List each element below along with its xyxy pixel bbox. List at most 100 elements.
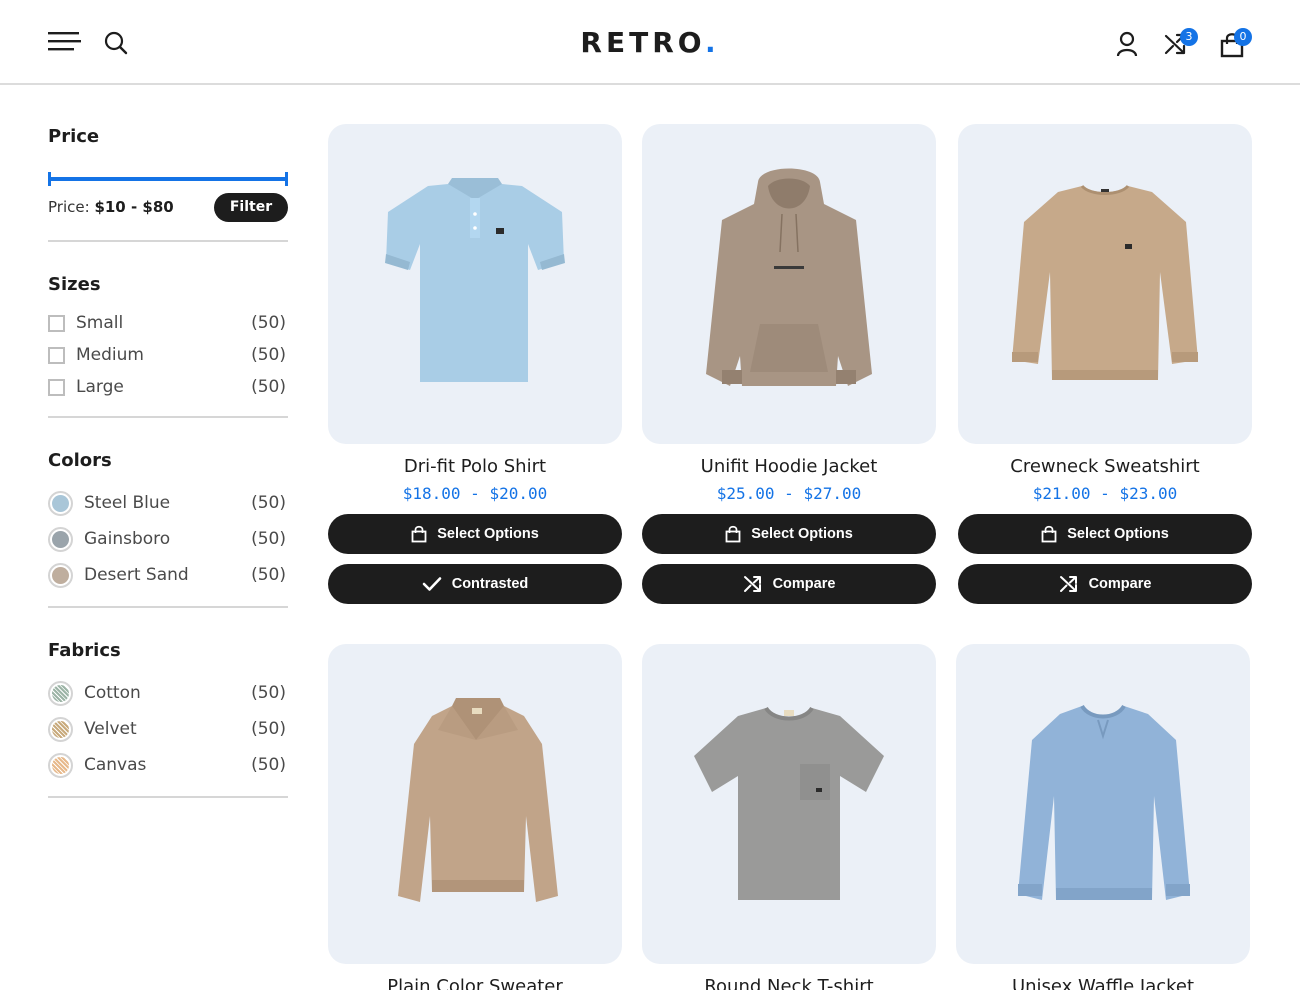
select-options-button[interactable]: Select Options <box>958 514 1252 554</box>
logo-dot: . <box>704 26 720 59</box>
product-price: $25.00 - $27.00 <box>716 484 862 503</box>
product-card: Unifit Hoodie Jacket $25.00 - $27.00 Sel… <box>642 124 936 604</box>
product-image[interactable] <box>328 644 622 964</box>
product-name[interactable]: Crewneck Sweatshirt <box>958 456 1252 478</box>
color-swatch <box>48 526 73 552</box>
fabric-swatch <box>48 680 73 706</box>
divider <box>48 416 288 418</box>
product-image[interactable] <box>328 124 622 444</box>
select-options-label: Select Options <box>751 526 853 542</box>
color-count: (50) <box>251 565 286 585</box>
size-count: (50) <box>251 313 286 333</box>
product-image[interactable] <box>958 124 1252 444</box>
swatch-fill <box>52 684 69 702</box>
product-card: Crewneck Sweatshirt $21.00 - $23.00 Sele… <box>958 124 1252 604</box>
size-label: Large <box>76 377 124 397</box>
swatch-fill <box>52 720 69 738</box>
product-name[interactable]: Unifit Hoodie Jacket <box>642 456 936 478</box>
product-name[interactable]: Dri-fit Polo Shirt <box>328 456 622 478</box>
color-option-desert-sand[interactable]: Desert Sand (50) <box>48 562 288 588</box>
price-label: Price: <box>48 198 90 216</box>
filter-button[interactable]: Filter <box>214 193 288 222</box>
bag-icon <box>411 525 427 543</box>
price-range-track <box>50 177 286 181</box>
shuffle-icon <box>1059 575 1079 593</box>
fabric-option-canvas[interactable]: Canvas (50) <box>48 752 288 778</box>
fabric-swatch <box>48 752 73 778</box>
select-options-label: Select Options <box>1067 526 1169 542</box>
size-option-medium[interactable]: Medium (50) <box>48 343 288 367</box>
color-swatch <box>48 490 73 516</box>
shuffle-icon <box>743 575 763 593</box>
color-label: Desert Sand <box>84 565 189 585</box>
compare-count-badge: 3 <box>1180 28 1198 46</box>
fabric-swatch <box>48 716 73 742</box>
swatch-fill <box>52 566 69 584</box>
color-label: Steel Blue <box>84 493 171 513</box>
bag-icon <box>725 525 741 543</box>
compare-button[interactable]: Compare <box>642 564 936 604</box>
tshirt-image <box>694 706 884 900</box>
waffle-jacket-image <box>1018 704 1190 900</box>
color-option-gainsboro[interactable]: Gainsboro (50) <box>48 526 288 552</box>
price-filter: Price Price: $10 - $80 Filter <box>48 124 288 244</box>
color-count: (50) <box>251 493 286 513</box>
fabrics-title: Fabrics <box>48 640 121 661</box>
compare-button[interactable]: Contrasted <box>328 564 622 604</box>
price-range-value: $10 - $80 <box>94 198 174 216</box>
price-range-text: Price: $10 - $80 <box>48 198 174 216</box>
product-price: $18.00 - $20.00 <box>402 484 548 503</box>
select-options-button[interactable]: Select Options <box>642 514 936 554</box>
select-options-button[interactable]: Select Options <box>328 514 622 554</box>
product-card: Dri-fit Polo Shirt $18.00 - $20.00 Selec… <box>328 124 622 604</box>
product-card: Plain Color Sweater <box>328 644 622 990</box>
fabric-option-cotton[interactable]: Cotton (50) <box>48 680 288 706</box>
product-card: Round Neck T-shirt <box>642 644 936 990</box>
price-min-handle[interactable] <box>48 172 51 186</box>
size-option-small[interactable]: Small (50) <box>48 311 288 335</box>
divider <box>48 796 288 798</box>
logo-text: RETRO <box>580 26 705 59</box>
hoodie-image <box>706 168 872 386</box>
fabric-count: (50) <box>251 755 286 775</box>
account-icon[interactable] <box>1116 31 1138 57</box>
divider <box>48 240 288 242</box>
site-header: RETRO. 3 0 <box>0 0 1300 85</box>
swatch-fill <box>52 530 69 548</box>
product-name[interactable]: Round Neck T-shirt <box>642 976 936 990</box>
compare-label: Contrasted <box>451 576 529 592</box>
color-label: Gainsboro <box>84 529 171 549</box>
size-label: Small <box>76 313 124 333</box>
price-max-handle[interactable] <box>285 172 288 186</box>
compare-button[interactable]: Compare <box>958 564 1252 604</box>
color-option-steel-blue[interactable]: Steel Blue (50) <box>48 490 288 516</box>
price-range-slider[interactable] <box>48 172 288 186</box>
fabric-label: Canvas <box>84 755 147 775</box>
product-card: Unisex Waffle Jacket <box>956 644 1250 990</box>
sweater-image <box>398 698 558 902</box>
size-label: Medium <box>76 345 144 365</box>
size-option-large[interactable]: Large (50) <box>48 375 288 399</box>
fabric-option-velvet[interactable]: Velvet (50) <box>48 716 288 742</box>
colors-title: Colors <box>48 450 112 471</box>
check-icon <box>422 576 442 592</box>
sweatshirt-image <box>1012 184 1198 380</box>
checkbox[interactable] <box>48 314 65 332</box>
fabric-count: (50) <box>251 683 286 703</box>
checkbox[interactable] <box>48 378 65 396</box>
product-name[interactable]: Plain Color Sweater <box>328 976 622 990</box>
product-image[interactable] <box>642 124 936 444</box>
product-image[interactable] <box>956 644 1250 964</box>
checkbox[interactable] <box>48 346 65 364</box>
divider <box>48 606 288 608</box>
size-count: (50) <box>251 345 286 365</box>
product-name[interactable]: Unisex Waffle Jacket <box>956 976 1250 990</box>
site-logo[interactable]: RETRO. <box>0 26 1300 59</box>
product-image[interactable] <box>642 644 936 964</box>
bag-icon <box>1041 525 1057 543</box>
compare-label: Compare <box>1088 576 1152 592</box>
swatch-fill <box>52 494 69 512</box>
fabric-label: Velvet <box>84 719 137 739</box>
select-options-label: Select Options <box>437 526 539 542</box>
size-count: (50) <box>251 377 286 397</box>
